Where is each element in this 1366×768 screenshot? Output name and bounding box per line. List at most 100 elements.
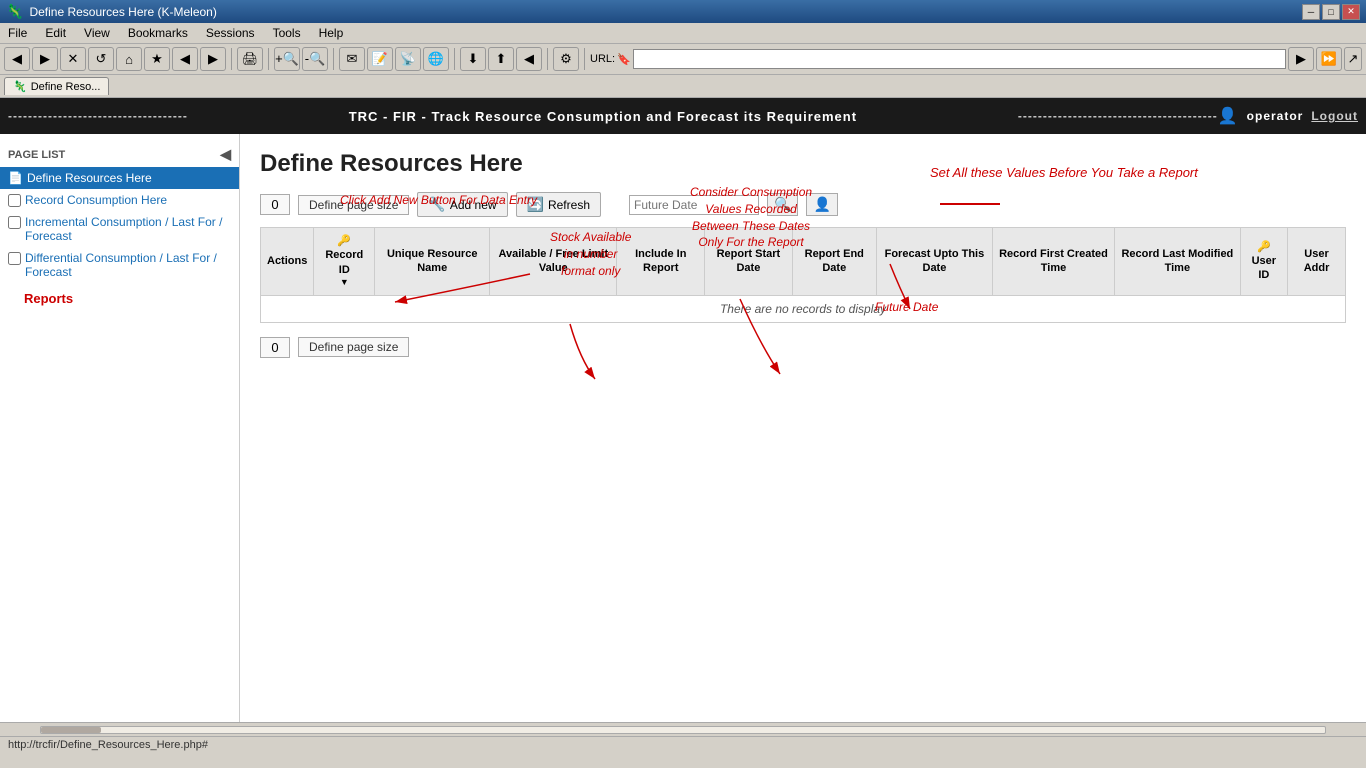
- data-table: Actions 🔑 Record ID ▼ Unique Resource Na…: [260, 227, 1346, 323]
- tab-label: Define Reso...: [31, 81, 101, 93]
- app-header: ------------------------------------ TRC…: [0, 98, 1366, 134]
- add-new-button[interactable]: 🔧 Add new: [417, 192, 507, 217]
- sidebar-item-record-consumption[interactable]: Record Consumption Here: [0, 189, 239, 211]
- browser-tab[interactable]: 🦎 Define Reso...: [4, 77, 109, 95]
- favicon-icon: 🔖: [617, 53, 631, 66]
- tab-bar: 🦎 Define Reso...: [0, 75, 1366, 98]
- page-size-value: 0: [260, 194, 290, 215]
- sidebar: PAGE LIST ◀ 📄 Define Resources Here Reco…: [0, 134, 240, 722]
- col-user-id: 🔑 User ID: [1240, 228, 1287, 296]
- print-button[interactable]: 🖨: [237, 47, 263, 71]
- add-new-label: Add new: [450, 198, 497, 212]
- add-icon: 🔧: [428, 196, 445, 213]
- bookmark-star-button[interactable]: ★: [144, 47, 170, 71]
- app-header-title: TRC - FIR - Track Resource Consumption a…: [188, 109, 1018, 124]
- differential-consumption-checkbox[interactable]: [8, 252, 21, 265]
- back3-button[interactable]: ◀: [516, 47, 542, 71]
- globe-button[interactable]: 🌐: [423, 47, 449, 71]
- no-records-message: There are no records to display: [261, 295, 1346, 322]
- logout-button[interactable]: Logout: [1311, 109, 1358, 123]
- define-page-size-button[interactable]: Define page size: [298, 195, 409, 215]
- sidebar-header: PAGE LIST ◀: [0, 142, 239, 167]
- forward-button[interactable]: ▶: [32, 47, 58, 71]
- date-search-row: 🔍 👤: [629, 193, 838, 216]
- menu-edit[interactable]: Edit: [41, 25, 70, 41]
- compose-button[interactable]: 📝: [367, 47, 393, 71]
- app-header-dashes-left: ------------------------------------: [8, 109, 188, 123]
- incremental-consumption-checkbox[interactable]: [8, 216, 21, 229]
- close-button[interactable]: ✕: [1342, 4, 1360, 20]
- address-fwd-button[interactable]: ⏩: [1316, 47, 1342, 71]
- col-free-limit: Available / Free Limit Value: [490, 228, 617, 296]
- scrollbar-track[interactable]: [40, 726, 1326, 734]
- browser-toolbar: ◀ ▶ ✕ ↺ ⌂ ★ ◀ ▶ 🖨 +🔍 -🔍 ✉ 📝 📡 🌐 ⬇ ⬆ ◀ ⚙ …: [0, 44, 1366, 75]
- sidebar-collapse-button[interactable]: ◀: [220, 146, 231, 163]
- minimize-button[interactable]: ─: [1302, 4, 1320, 20]
- reports-link[interactable]: Reports: [0, 283, 239, 310]
- horizontal-scrollbar[interactable]: [0, 722, 1366, 736]
- url-label: URL:: [590, 53, 615, 65]
- menu-view[interactable]: View: [80, 25, 114, 41]
- menu-tools[interactable]: Tools: [269, 25, 305, 41]
- address-toolbar-buttons: ▶ ⏩ ↗: [1288, 47, 1362, 71]
- address-input[interactable]: http://trcfir/Define_Resources_Here.php: [633, 49, 1286, 69]
- refresh-button[interactable]: 🔄 Refresh: [516, 192, 601, 217]
- sidebar-label-record-consumption: Record Consumption Here: [25, 193, 167, 207]
- upload-button[interactable]: ⬆: [488, 47, 514, 71]
- browser-icon: 🦎: [6, 3, 23, 20]
- menu-sessions[interactable]: Sessions: [202, 25, 259, 41]
- mail-button[interactable]: ✉: [339, 47, 365, 71]
- sidebar-label-define-resources: Define Resources Here: [27, 171, 152, 185]
- download-button[interactable]: ⬇: [460, 47, 486, 71]
- menu-bookmarks[interactable]: Bookmarks: [124, 25, 192, 41]
- col-resource-name: Unique Resource Name: [375, 228, 490, 296]
- col-record-id[interactable]: 🔑 Record ID ▼: [314, 228, 375, 296]
- stop-button[interactable]: ✕: [60, 47, 86, 71]
- user-icon: 👤: [1218, 106, 1239, 126]
- col-report-start: Report Start Date: [705, 228, 792, 296]
- rss-button[interactable]: 📡: [395, 47, 421, 71]
- search-button[interactable]: 🔍: [767, 193, 798, 216]
- col-include-report: Include In Report: [617, 228, 705, 296]
- refresh-label: Refresh: [548, 198, 590, 212]
- menu-help[interactable]: Help: [315, 25, 348, 41]
- zoom-out-button[interactable]: -🔍: [302, 47, 328, 71]
- title-bar: 🦎 Define Resources Here (K-Meleon) ─ □ ✕: [0, 0, 1366, 23]
- status-url: http://trcfir/Define_Resources_Here.php#: [8, 739, 208, 751]
- record-consumption-checkbox[interactable]: [8, 194, 21, 207]
- col-actions: Actions: [261, 228, 314, 296]
- settings-button[interactable]: ⚙: [553, 47, 579, 71]
- table-header-row: Actions 🔑 Record ID ▼ Unique Resource Na…: [261, 228, 1346, 296]
- maximize-button[interactable]: □: [1322, 4, 1340, 20]
- refresh-icon: 🔄: [527, 196, 544, 213]
- address-extra-button[interactable]: ↗: [1344, 47, 1362, 71]
- back-button[interactable]: ◀: [4, 47, 30, 71]
- reload-button[interactable]: ↺: [88, 47, 114, 71]
- app-header-user: 👤 operator Logout: [1218, 106, 1358, 126]
- advanced-search-button[interactable]: 👤: [806, 193, 837, 216]
- main-layout: PAGE LIST ◀ 📄 Define Resources Here Reco…: [0, 134, 1366, 722]
- key-icon: 🔑: [337, 235, 351, 247]
- forward2-button[interactable]: ▶: [200, 47, 226, 71]
- scrollbar-thumb[interactable]: [41, 727, 101, 733]
- col-report-end: Report End Date: [792, 228, 876, 296]
- home-button[interactable]: ⌂: [116, 47, 142, 71]
- zoom-in-button[interactable]: +🔍: [274, 47, 300, 71]
- sidebar-item-define-resources[interactable]: 📄 Define Resources Here: [0, 167, 239, 189]
- bottom-toolbar: 0 Define page size: [260, 337, 1346, 358]
- tab-icon: 🦎: [13, 80, 27, 93]
- sidebar-item-incremental-consumption[interactable]: Incremental Consumption / Last For / For…: [0, 211, 239, 247]
- back2-button[interactable]: ◀: [172, 47, 198, 71]
- sort-arrow-icon: ▼: [320, 277, 368, 289]
- bottom-define-page-size-button[interactable]: Define page size: [298, 337, 409, 357]
- sidebar-item-differential-consumption[interactable]: Differential Consumption / Last For / Fo…: [0, 247, 239, 283]
- username-label: operator: [1247, 109, 1304, 123]
- future-date-input[interactable]: [629, 195, 759, 215]
- status-bar: http://trcfir/Define_Resources_Here.php#: [0, 736, 1366, 753]
- col-forecast-upto: Forecast Upto This Date: [876, 228, 992, 296]
- page-title: Define Resources Here: [260, 150, 1346, 178]
- menu-file[interactable]: File: [4, 25, 31, 41]
- address-go-button[interactable]: ▶: [1288, 47, 1314, 71]
- toolbar-separator: [231, 48, 232, 70]
- col-last-modified: Record Last Modified Time: [1115, 228, 1241, 296]
